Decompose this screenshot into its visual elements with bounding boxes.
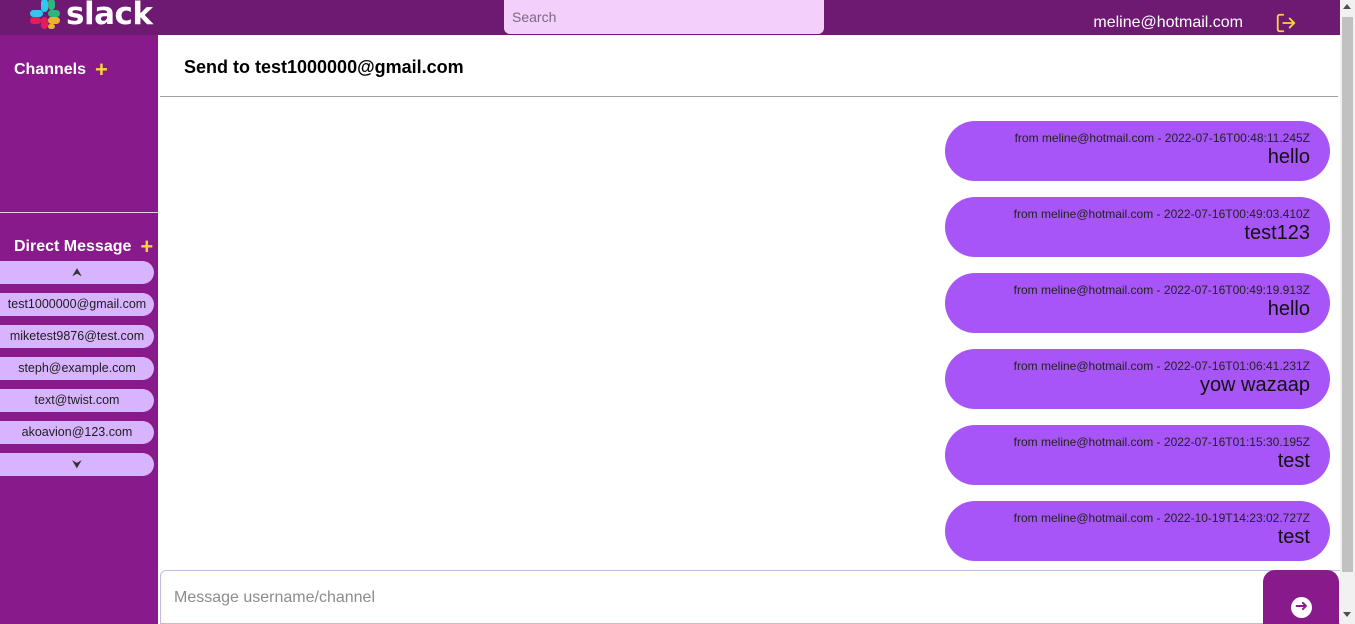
direct-message-header: Direct Message +: [14, 236, 153, 258]
sidebar-divider: [0, 212, 158, 213]
channels-label: Channels: [14, 61, 87, 78]
send-button[interactable]: ➜: [1263, 570, 1339, 624]
message-text: yow wazaap: [1199, 374, 1310, 396]
add-channel-button[interactable]: +: [95, 59, 108, 81]
channels-header: Channels +: [14, 59, 108, 81]
top-bar: slack meline@hotmail.com: [0, 0, 1340, 35]
dm-item[interactable]: akoavion@123.com: [0, 421, 154, 444]
dm-item[interactable]: miketest9876@test.com: [0, 325, 154, 348]
message-meta: from meline@hotmail.com - 2022-10-19T14:…: [1013, 511, 1310, 525]
message-bubble: from meline@hotmail.com - 2022-07-16T00:…: [945, 121, 1330, 181]
message-bubble: from meline@hotmail.com - 2022-07-16T01:…: [945, 349, 1330, 409]
search-input[interactable]: [504, 0, 824, 34]
chevron-up-icon: ⮝: [71, 265, 83, 279]
scroll-up-arrow-icon[interactable]: [1343, 4, 1351, 9]
message-meta: from meline@hotmail.com - 2022-07-16T00:…: [1013, 207, 1310, 221]
message-bubble: from meline@hotmail.com - 2022-07-16T00:…: [945, 197, 1330, 257]
message-text: hello: [1267, 146, 1310, 168]
logout-icon[interactable]: [1275, 12, 1297, 34]
message-bubble: from meline@hotmail.com - 2022-07-16T00:…: [945, 273, 1330, 333]
message-bubble: from meline@hotmail.com - 2022-10-19T14:…: [945, 501, 1330, 561]
page-scrollbar[interactable]: [1340, 0, 1355, 624]
dm-scroll-up-button[interactable]: ⮝: [0, 261, 154, 284]
logo-text: slack: [66, 0, 153, 32]
arrow-right-circle-icon: ➜: [1291, 597, 1312, 618]
conversation-title: Send to test1000000@gmail.com: [184, 57, 464, 77]
sidebar: Channels + Direct Message + ⮝ test100000…: [0, 35, 158, 624]
dm-scroll-down-button[interactable]: ⮟: [0, 453, 154, 476]
scroll-down-arrow-icon[interactable]: [1343, 612, 1351, 617]
current-user-email: meline@hotmail.com: [1093, 14, 1243, 31]
message-text: hello: [1267, 298, 1310, 320]
message-meta: from meline@hotmail.com - 2022-07-16T01:…: [1013, 359, 1310, 373]
message-bubble: from meline@hotmail.com - 2022-07-16T01:…: [945, 425, 1330, 485]
direct-message-label: Direct Message: [14, 238, 132, 255]
message-meta: from meline@hotmail.com - 2022-07-16T00:…: [1014, 131, 1310, 145]
slack-logo[interactable]: slack: [28, 0, 153, 32]
dm-item[interactable]: test1000000@gmail.com: [0, 293, 154, 316]
conversation-header: Send to test1000000@gmail.com: [160, 35, 1338, 97]
message-text: test: [1277, 450, 1310, 472]
slack-logo-icon: [28, 0, 62, 31]
message-text: test: [1277, 526, 1310, 548]
add-direct-message-button[interactable]: +: [140, 236, 153, 258]
scrollbar-thumb[interactable]: [1342, 17, 1353, 572]
message-meta: from meline@hotmail.com - 2022-07-16T00:…: [1013, 283, 1310, 297]
message-input[interactable]: [161, 571, 1261, 624]
direct-message-list: ⮝ test1000000@gmail.com miketest9876@tes…: [0, 261, 158, 485]
message-composer: [160, 570, 1340, 624]
dm-item[interactable]: steph@example.com: [0, 357, 154, 380]
message-list: from meline@hotmail.com - 2022-07-16T00:…: [160, 98, 1340, 568]
message-meta: from meline@hotmail.com - 2022-07-16T01:…: [1013, 435, 1310, 449]
message-text: test123: [1244, 222, 1310, 244]
dm-item[interactable]: text@twist.com: [0, 389, 154, 412]
chevron-down-icon: ⮟: [71, 457, 83, 471]
